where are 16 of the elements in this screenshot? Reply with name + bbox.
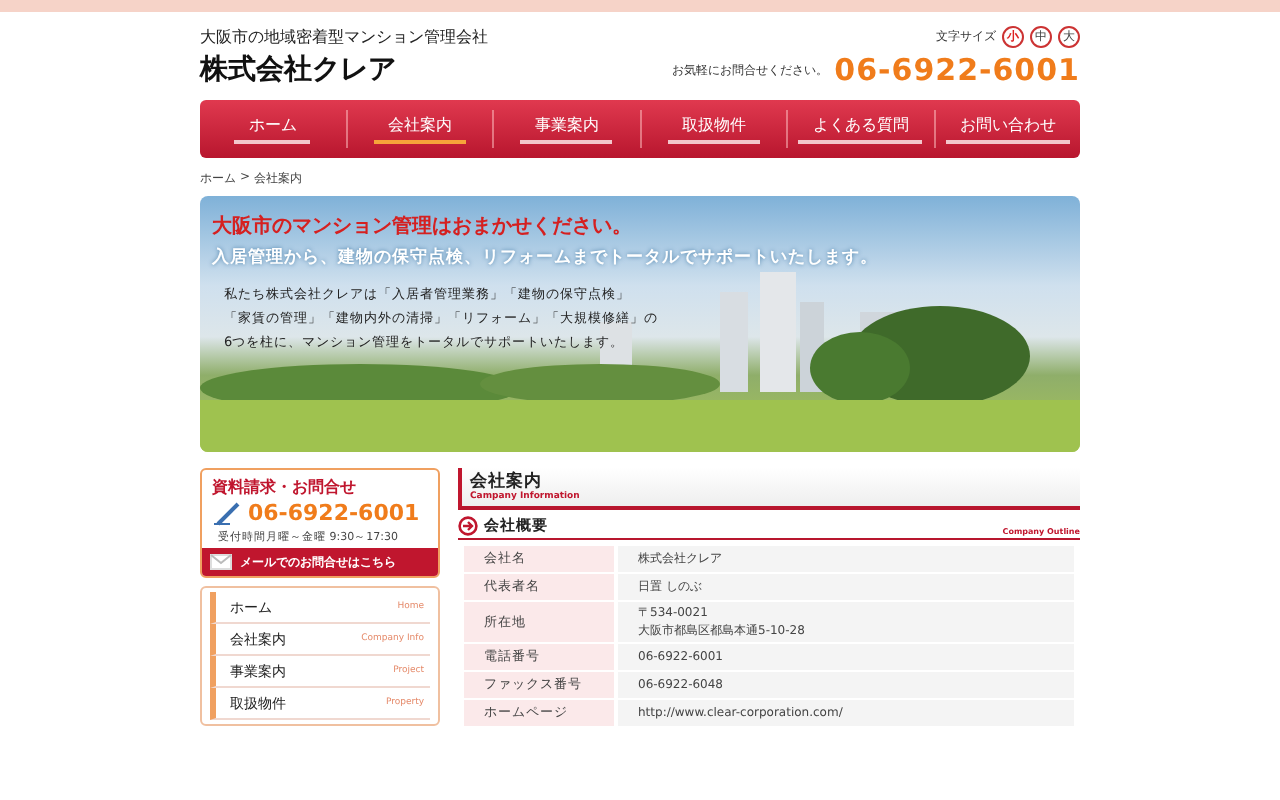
hero-headline: 大阪市のマンション管理はおまかせください。 bbox=[212, 212, 634, 240]
nav-tab[interactable]: ホーム bbox=[200, 110, 345, 148]
nav-tab[interactable]: お問い合わせ bbox=[933, 110, 1080, 148]
tagline: 大阪市の地域密着型マンション管理会社 bbox=[200, 26, 488, 48]
hero-subline: 入居管理から、建物の保守点検、リフォームまでトータルでサポートいたします。 bbox=[212, 246, 880, 270]
nav-tab[interactable]: 会社案内 bbox=[345, 110, 492, 148]
nav-tab[interactable]: 事業案内 bbox=[492, 110, 639, 148]
pen-icon bbox=[214, 501, 242, 525]
contact-phone: 06-6922-6001 bbox=[248, 500, 420, 526]
page-title: 会社案内 bbox=[470, 472, 542, 492]
nav-tab[interactable]: よくある質問 bbox=[786, 110, 933, 148]
nav-tab[interactable]: 取扱物件 bbox=[639, 110, 786, 148]
company-logo-text: 株式会社クレア bbox=[200, 52, 398, 88]
contact-title: 資料請求・お問合せ bbox=[210, 476, 358, 498]
phone-number: 06-6922-6001 bbox=[834, 52, 1080, 88]
envelope-icon bbox=[210, 554, 232, 570]
